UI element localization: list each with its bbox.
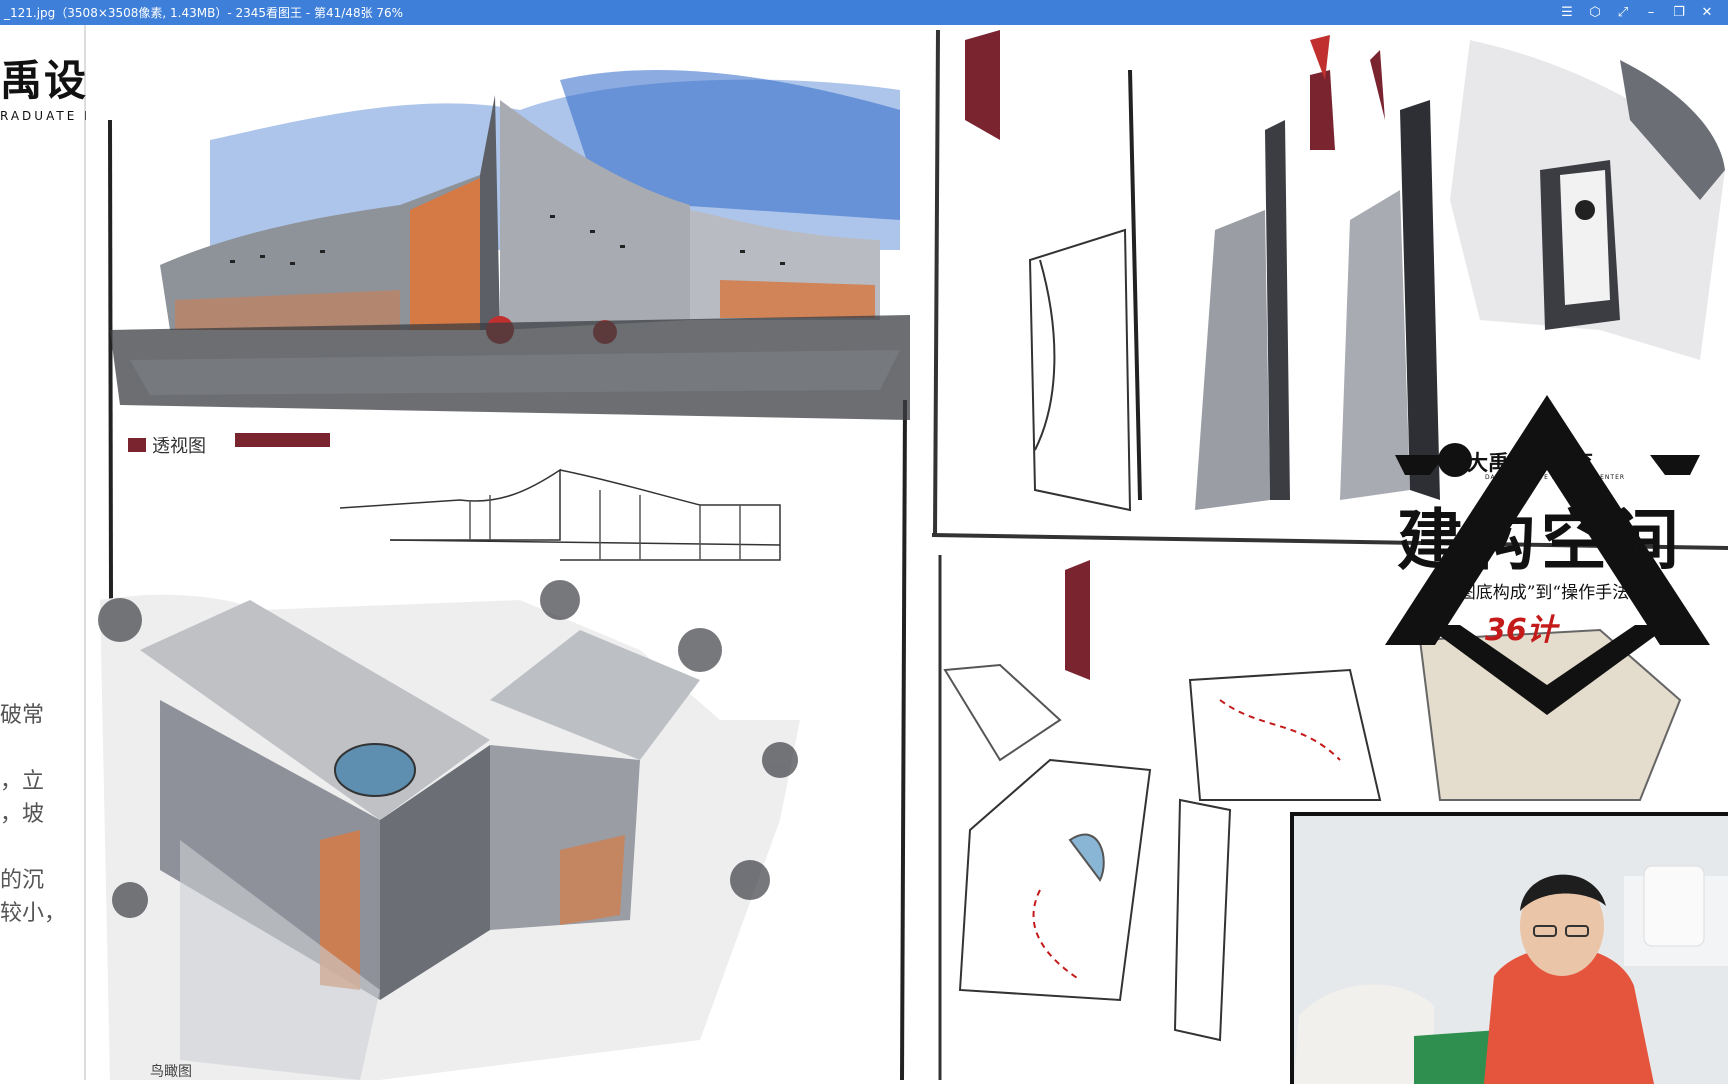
side-text-5: 较小， (0, 901, 67, 926)
logo-subtitle: RADUATE RESEARCH CENTER (0, 109, 246, 123)
title-bar: _121.jpg（3508×3508像素, 1.43MB）- 2345看图王 -… (0, 0, 1728, 25)
menu-icon[interactable]: ☰ (1556, 3, 1578, 23)
badge-red-mark: 36计 (1485, 613, 1557, 648)
logo-title: 禹设计教育 (0, 56, 221, 105)
side-text-2: ，立 (0, 769, 45, 794)
badge-subtitle: 从“图底构成”到“操作手法” (1433, 583, 1638, 603)
webcam-overlay (1290, 812, 1728, 1084)
side-text-3: ，坡 (0, 802, 45, 827)
course-badge: 大禹设计教育 DAYU GRADUATE RESEARCH CENTER 建构空… (1385, 395, 1710, 715)
left-slide-panel: 禹设计教育 RADUATE RESEARCH CENTER 破常 ，立 ，坡 的… (0, 25, 243, 1080)
badge-title: 建构空间 (1397, 501, 1685, 579)
side-text-1: 破常 (0, 703, 45, 728)
presenter-video (1294, 816, 1728, 1084)
side-text-4: 的沉 (0, 868, 45, 893)
restore-icon[interactable]: ❐ (1668, 3, 1690, 23)
window-controls: ☰ ⬡ ⤢ – ❐ ✕ (1556, 0, 1718, 25)
skin-icon[interactable]: ⬡ (1584, 3, 1606, 23)
close-icon[interactable]: ✕ (1696, 3, 1718, 23)
minimize-icon[interactable]: – (1640, 3, 1662, 23)
fullscreen-icon[interactable]: ⤢ (1612, 3, 1634, 23)
badge-brand-sub: DAYU GRADUATE RESEARCH CENTER (1485, 474, 1626, 481)
window-title: _121.jpg（3508×3508像素, 1.43MB）- 2345看图王 -… (4, 6, 404, 20)
badge-brand: 大禹设计教育 (1467, 451, 1593, 475)
